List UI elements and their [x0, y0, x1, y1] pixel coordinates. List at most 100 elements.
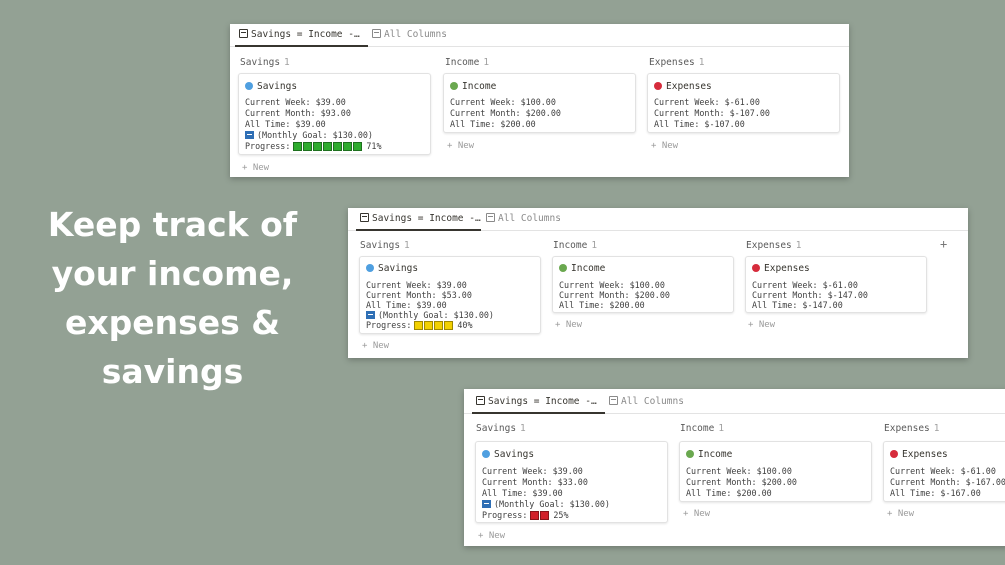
- column-header-income[interactable]: Income 1: [680, 423, 724, 434]
- card-expenses[interactable]: Expenses Current Week: $-61.00 Current M…: [745, 256, 927, 313]
- stat-current-week: Current Week: $100.00: [686, 466, 792, 476]
- stat-current-week: Current Week: $-61.00: [890, 466, 996, 476]
- stat-current-week: Current Week: $39.00: [245, 97, 346, 107]
- card-expenses[interactable]: Expenses Current Week: $-61.00 Current M…: [647, 73, 840, 133]
- minus-box-icon: [366, 311, 375, 319]
- card-expenses[interactable]: Expenses Current Week: $-61.00 Current M…: [883, 441, 1005, 502]
- column-header-expenses[interactable]: Expenses 1: [884, 423, 940, 434]
- card-income[interactable]: Income Current Week: $100.00 Current Mon…: [679, 441, 872, 502]
- progress-block: [293, 142, 303, 151]
- tab-savings-view[interactable]: Savings = Income -…: [360, 213, 481, 224]
- tab-label: Savings = Income -…: [488, 396, 597, 407]
- add-column-button[interactable]: +: [940, 237, 947, 251]
- tab-all-columns[interactable]: All Columns: [486, 213, 561, 224]
- stat-all-time: All Time: $200.00: [450, 119, 536, 129]
- new-card-button[interactable]: + New: [748, 320, 775, 330]
- active-tab-underline: [356, 229, 481, 231]
- progress-block: [444, 321, 454, 330]
- view-tabs: Savings = Income -… All Columns: [348, 208, 968, 231]
- new-card-button[interactable]: + New: [447, 141, 474, 151]
- headline-line: Keep track of: [47, 205, 298, 244]
- progress-block: [414, 321, 424, 330]
- card-title-text: Income: [571, 263, 606, 274]
- card-savings[interactable]: Savings Current Week: $39.00 Current Mon…: [475, 441, 668, 523]
- monthly-goal: (Monthly Goal: $130.00): [366, 310, 494, 320]
- stat-current-week: Current Week: $39.00: [366, 280, 467, 290]
- tab-savings-view[interactable]: Savings = Income -…: [476, 396, 597, 407]
- stat-current-month: Current Month: $33.00: [482, 477, 588, 487]
- headline-line: your income,: [51, 254, 294, 293]
- blue-dot-icon: [245, 82, 253, 90]
- view-tabs: Savings = Income -… All Columns: [464, 389, 1005, 414]
- card-title: Expenses: [654, 81, 712, 92]
- column-header-income[interactable]: Income 1: [445, 57, 489, 68]
- stat-current-month: Current Month: $93.00: [245, 108, 351, 118]
- column-header-expenses[interactable]: Expenses 1: [746, 240, 802, 251]
- column-count: 1: [404, 240, 410, 251]
- progress-block: [333, 142, 343, 151]
- card-title: Savings: [482, 449, 534, 460]
- goal-text: (Monthly Goal: $130.00): [257, 130, 373, 140]
- new-card-button[interactable]: + New: [887, 509, 914, 519]
- column-name: Expenses: [746, 240, 792, 251]
- progress-block: [530, 511, 540, 520]
- card-income[interactable]: Income Current Week: $100.00 Current Mon…: [552, 256, 734, 313]
- minus-box-icon: [482, 500, 491, 508]
- goal-text: (Monthly Goal: $130.00): [494, 499, 610, 509]
- card-savings[interactable]: Savings Current Week: $39.00 Current Mon…: [238, 73, 431, 155]
- card-title-text: Expenses: [764, 263, 810, 274]
- progress-bar: [530, 511, 550, 522]
- column-header-expenses[interactable]: Expenses 1: [649, 57, 705, 68]
- progress-percent: 71%: [366, 141, 382, 151]
- stat-current-month: Current Month: $53.00: [366, 290, 472, 300]
- green-dot-icon: [450, 82, 458, 90]
- board-icon: [476, 396, 485, 405]
- column-count: 1: [591, 240, 598, 251]
- table-icon: [372, 29, 381, 38]
- active-tab-underline: [472, 412, 605, 414]
- column-header-savings[interactable]: Savings 1: [476, 423, 526, 434]
- progress-label: Progress:: [245, 141, 291, 151]
- board-panel-1: Savings = Income -… All Columns Savings 1…: [230, 24, 849, 177]
- board-icon: [360, 213, 369, 222]
- stat-current-month: Current Month: $-167.00: [890, 477, 1005, 487]
- column-name: Expenses: [649, 57, 695, 68]
- red-dot-icon: [752, 264, 760, 272]
- column-count: 1: [284, 57, 290, 68]
- stat-current-week: Current Week: $100.00: [559, 280, 665, 290]
- new-card-button[interactable]: + New: [651, 141, 678, 151]
- monthly-goal: (Monthly Goal: $130.00): [482, 499, 610, 509]
- progress-block: [540, 511, 550, 520]
- card-title: Income: [559, 263, 605, 274]
- column-name: Savings: [240, 57, 281, 68]
- progress-bar: [293, 142, 363, 153]
- new-card-button[interactable]: + New: [555, 320, 582, 330]
- goal-text: (Monthly Goal: $130.00): [378, 310, 494, 320]
- progress-block: [434, 321, 444, 330]
- column-count: 1: [933, 423, 940, 434]
- column-count: 1: [718, 423, 725, 434]
- column-header-income[interactable]: Income 1: [553, 240, 597, 251]
- column-header-savings[interactable]: Savings 1: [360, 240, 410, 251]
- tab-all-columns[interactable]: All Columns: [372, 29, 447, 40]
- new-card-button[interactable]: + New: [242, 163, 269, 173]
- tab-all-columns[interactable]: All Columns: [609, 396, 684, 407]
- tab-savings-view[interactable]: Savings = Income -…: [239, 29, 360, 40]
- card-income[interactable]: Income Current Week: $100.00 Current Mon…: [443, 73, 636, 133]
- card-title-text: Income: [462, 81, 497, 92]
- column-count: 1: [698, 57, 705, 68]
- progress-row: Progress: 71%: [245, 141, 382, 153]
- stat-current-week: Current Week: $100.00: [450, 97, 556, 107]
- column-name: Income: [553, 240, 588, 251]
- card-title-text: Savings: [494, 449, 535, 460]
- new-card-button[interactable]: + New: [362, 341, 389, 351]
- new-card-button[interactable]: + New: [478, 531, 505, 541]
- new-card-button[interactable]: + New: [683, 509, 710, 519]
- card-savings[interactable]: Savings Current Week: $39.00 Current Mon…: [359, 256, 541, 334]
- active-tab-underline: [235, 45, 368, 47]
- column-count: 1: [520, 423, 526, 434]
- headline: Keep track of your income, expenses & sa…: [40, 200, 305, 396]
- board-icon: [239, 29, 248, 38]
- card-title-text: Expenses: [902, 449, 948, 460]
- column-header-savings[interactable]: Savings 1: [240, 57, 290, 68]
